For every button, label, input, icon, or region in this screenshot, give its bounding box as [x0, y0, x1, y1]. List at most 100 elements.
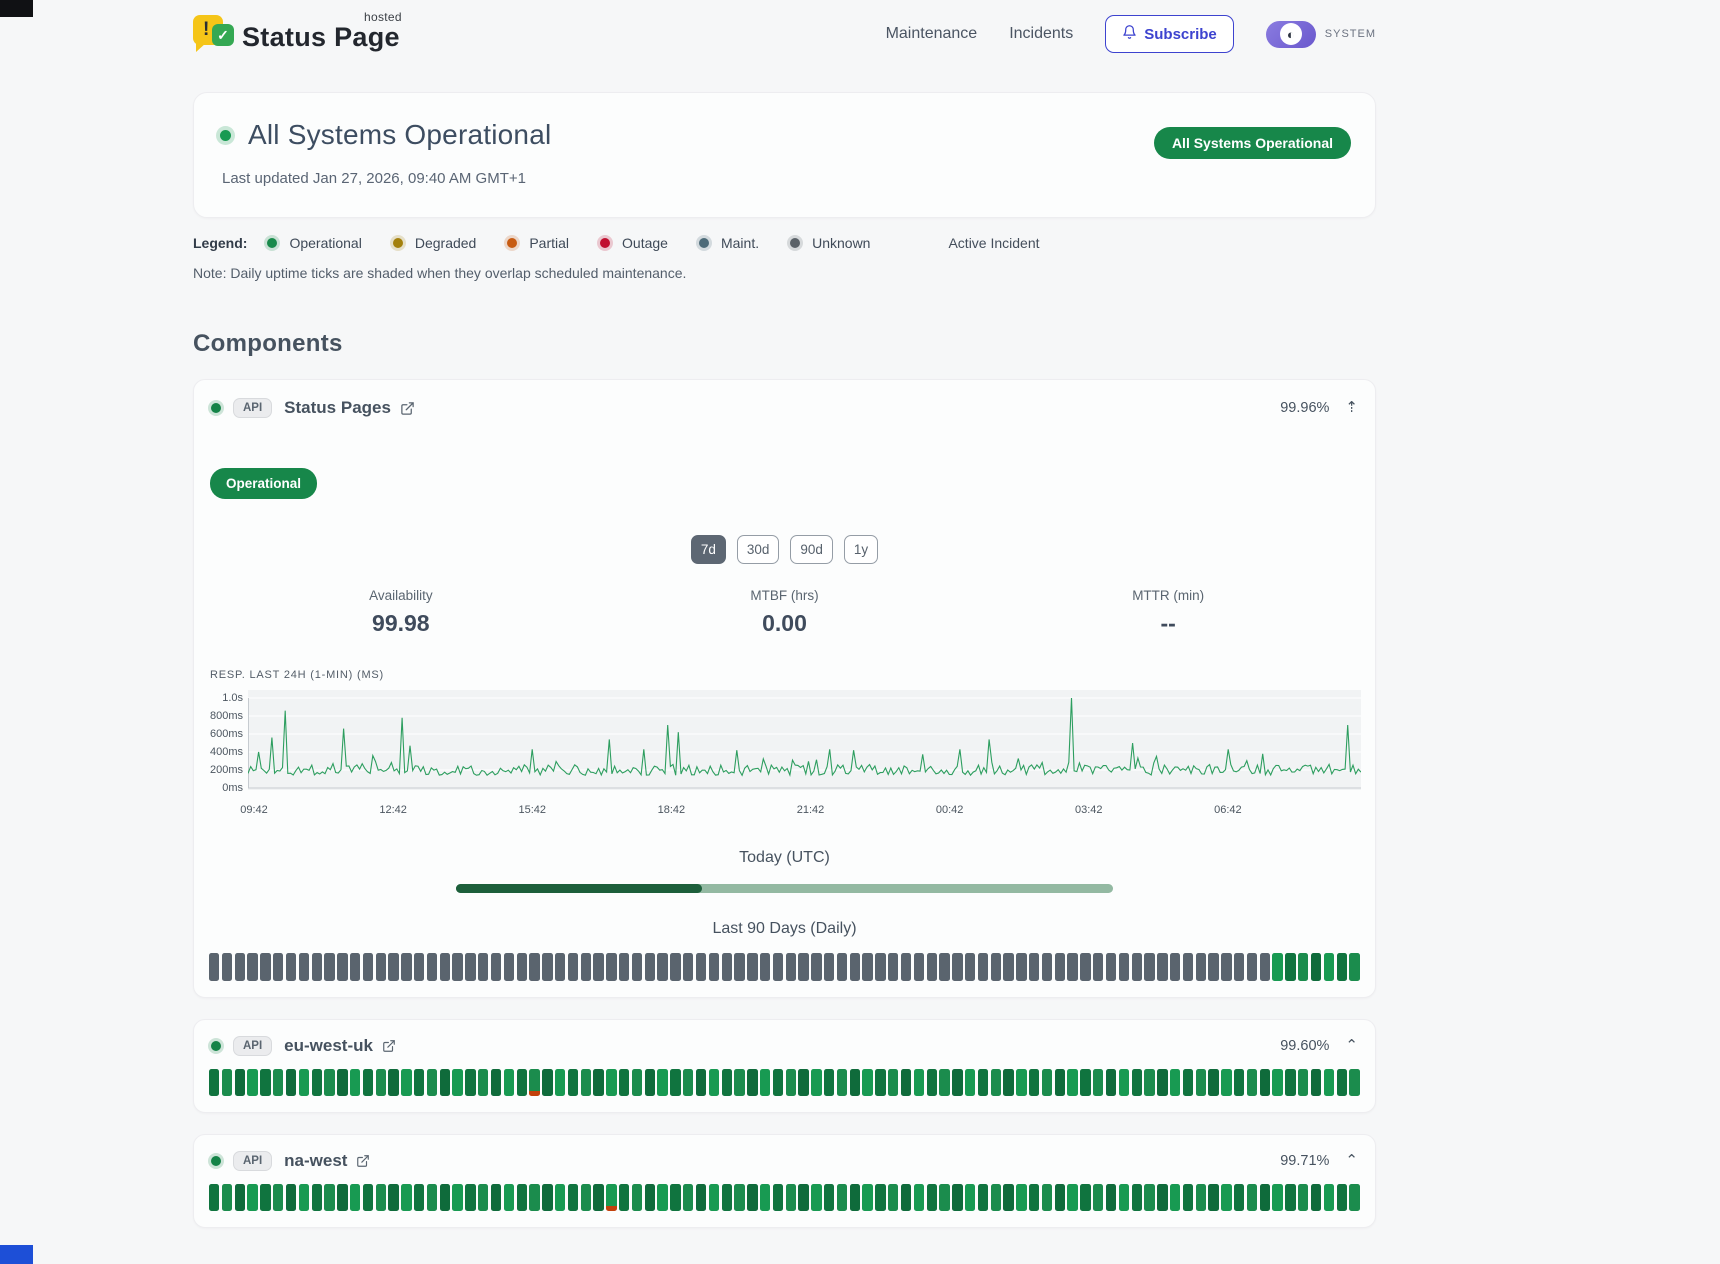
uptime-tick-up[interactable] [722, 1184, 732, 1211]
uptime-tick-maint[interactable] [1170, 953, 1180, 981]
uptime-tick-up[interactable] [529, 1184, 539, 1211]
uptime-tick-up[interactable] [581, 1069, 591, 1096]
range-button-90d[interactable]: 90d [790, 535, 833, 564]
uptime-tick-maint[interactable] [1055, 953, 1065, 981]
uptime-tick-up[interactable] [465, 1184, 475, 1211]
uptime-tick-up[interactable] [747, 1184, 757, 1211]
uptime-tick-up[interactable] [1029, 1184, 1039, 1211]
uptime-tick-maint[interactable] [504, 953, 514, 981]
uptime-tick-up[interactable] [491, 1069, 501, 1096]
uptime-tick-maint[interactable] [991, 953, 1001, 981]
uptime-tick-up[interactable] [312, 1069, 322, 1096]
uptime-tick-up[interactable] [696, 1069, 706, 1096]
uptime-tick-up[interactable] [683, 1184, 693, 1211]
uptime-tick-up[interactable] [1119, 1069, 1129, 1096]
uptime-tick-up[interactable] [619, 1184, 629, 1211]
uptime-tick-up[interactable] [337, 1069, 347, 1096]
uptime-tick-maint[interactable] [440, 953, 450, 981]
uptime-tick-up[interactable] [363, 1069, 373, 1096]
uptime-tick-up[interactable] [504, 1184, 514, 1211]
uptime-tick-up[interactable] [247, 1069, 257, 1096]
uptime-tick-up[interactable] [927, 1069, 937, 1096]
uptime-tick-up[interactable] [837, 1069, 847, 1096]
uptime-tick-up[interactable] [1298, 1184, 1308, 1211]
uptime-tick-up[interactable] [824, 1184, 834, 1211]
uptime-tick-up[interactable] [773, 1184, 783, 1211]
uptime-tick-up[interactable] [1208, 1184, 1218, 1211]
uptime-tick-maint[interactable] [1247, 953, 1257, 981]
uptime-tick-up[interactable] [991, 1184, 1001, 1211]
uptime-tick-maint[interactable] [222, 953, 232, 981]
uptime-tick-maint[interactable] [952, 953, 962, 981]
uptime-tick-up[interactable] [978, 1184, 988, 1211]
uptime-tick-up[interactable] [388, 1069, 398, 1096]
uptime-tick-up[interactable] [670, 1069, 680, 1096]
uptime-tick-up[interactable] [1144, 1184, 1154, 1211]
uptime-tick-maint[interactable] [734, 953, 744, 981]
uptime-tick-maint[interactable] [1106, 953, 1116, 981]
uptime-tick-up[interactable] [414, 1069, 424, 1096]
uptime-tick-up[interactable] [1132, 1184, 1142, 1211]
uptime-tick-maint[interactable] [363, 953, 373, 981]
uptime-tick-maint[interactable] [914, 953, 924, 981]
uptime-tick-up[interactable] [235, 1184, 245, 1211]
uptime-tick-maint[interactable] [811, 953, 821, 981]
uptime-tick-up[interactable] [350, 1184, 360, 1211]
uptime-tick-up[interactable] [273, 1184, 283, 1211]
collapse-arrow-icon[interactable]: ⇡ [1345, 403, 1358, 413]
uptime-tick-up[interactable] [209, 1184, 219, 1211]
uptime-tick-maint[interactable] [875, 953, 885, 981]
uptime-tick-maint[interactable] [1132, 953, 1142, 981]
uptime-tick-maint[interactable] [581, 953, 591, 981]
uptime-tick-up[interactable] [555, 1069, 565, 1096]
range-button-7d[interactable]: 7d [691, 535, 726, 564]
uptime-tick-maint[interactable] [619, 953, 629, 981]
uptime-tick-maint[interactable] [465, 953, 475, 981]
uptime-tick-up[interactable] [773, 1069, 783, 1096]
uptime-tick-up[interactable] [1093, 1184, 1103, 1211]
uptime-tick-up[interactable] [401, 1184, 411, 1211]
uptime-tick-maint[interactable] [837, 953, 847, 981]
uptime-tick-up[interactable] [247, 1184, 257, 1211]
uptime-tick-maint[interactable] [555, 953, 565, 981]
component-name-link[interactable]: na-west [284, 1151, 370, 1171]
uptime-tick-up[interactable] [363, 1184, 373, 1211]
uptime-tick-maint[interactable] [645, 953, 655, 981]
uptime-tick-up[interactable] [542, 1069, 552, 1096]
uptime-tick-up[interactable] [593, 1069, 603, 1096]
uptime-tick-up[interactable] [760, 1069, 770, 1096]
uptime-tick-maint[interactable] [862, 953, 872, 981]
uptime-tick-maint[interactable] [517, 953, 527, 981]
uptime-tick-maint[interactable] [273, 953, 283, 981]
uptime-tick-up[interactable] [722, 1069, 732, 1096]
uptime-tick-maint[interactable] [786, 953, 796, 981]
uptime-tick-up[interactable] [1272, 953, 1282, 981]
uptime-tick-maint[interactable] [888, 953, 898, 981]
uptime-tick-up[interactable] [798, 1184, 808, 1211]
uptime-tick-up[interactable] [1247, 1069, 1257, 1096]
uptime-tick-up[interactable] [1221, 1184, 1231, 1211]
uptime-tick-up[interactable] [1042, 1069, 1052, 1096]
uptime-tick-up[interactable] [286, 1069, 296, 1096]
uptime-tick-up[interactable] [376, 1184, 386, 1211]
uptime-tick-up[interactable] [1247, 1184, 1257, 1211]
uptime-tick-up[interactable] [1285, 953, 1295, 981]
uptime-tick-maint[interactable] [312, 953, 322, 981]
uptime-tick-up[interactable] [260, 1184, 270, 1211]
uptime-tick-up[interactable] [901, 1184, 911, 1211]
uptime-tick-up[interactable] [568, 1069, 578, 1096]
uptime-tick-up[interactable] [862, 1184, 872, 1211]
uptime-tick-up[interactable] [850, 1184, 860, 1211]
uptime-tick-up[interactable] [324, 1069, 334, 1096]
uptime-tick-up[interactable] [1144, 1069, 1154, 1096]
uptime-tick-up[interactable] [1272, 1184, 1282, 1211]
uptime-tick-maint[interactable] [850, 953, 860, 981]
uptime-tick-maint[interactable] [376, 953, 386, 981]
uptime-tick-up[interactable] [991, 1069, 1001, 1096]
uptime-tick-up[interactable] [299, 1184, 309, 1211]
component-name-link[interactable]: Status Pages [284, 398, 415, 418]
uptime-tick-up[interactable] [1042, 1184, 1052, 1211]
uptime-tick-maint[interactable] [978, 953, 988, 981]
uptime-tick-maint[interactable] [401, 953, 411, 981]
uptime-tick-up[interactable] [786, 1184, 796, 1211]
